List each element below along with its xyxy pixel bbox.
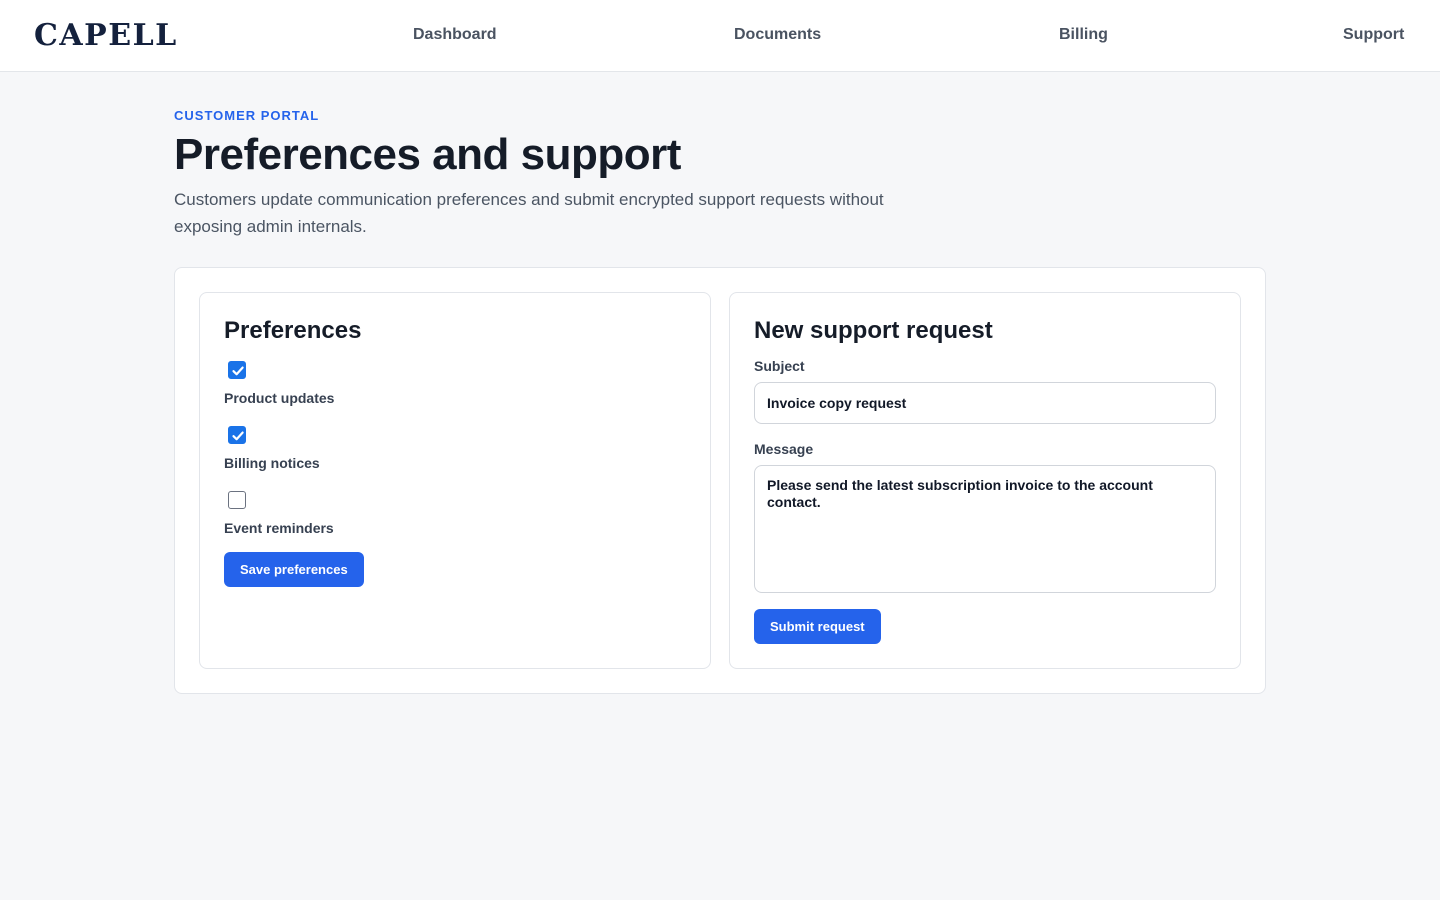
checkmark-icon [232,431,244,441]
nav-dashboard[interactable]: Dashboard [413,26,497,44]
page-description: Customers update communication preferenc… [174,190,884,236]
billing-notices-label: Billing notices [224,455,320,471]
submit-request-button[interactable]: Submit request [754,609,881,644]
nav-documents[interactable]: Documents [734,26,821,44]
preferences-panel: Preferences Product updates Billing noti… [199,292,711,669]
nav-support[interactable]: Support [1343,26,1404,44]
page-title: Preferences and support [174,130,681,179]
message-label: Message [754,441,814,457]
capell-logo[interactable]: CAPELL [34,18,178,53]
event-reminders-label: Event reminders [224,520,334,536]
support-request-title: New support request [754,317,993,344]
save-preferences-button[interactable]: Save preferences [224,552,364,587]
event-reminders-checkbox[interactable] [228,491,246,509]
page-eyebrow: CUSTOMER PORTAL [174,108,320,123]
subject-label: Subject [754,358,805,374]
content-card: Preferences Product updates Billing noti… [174,267,1266,694]
top-navigation-bar: CAPELL Dashboard Documents Billing Suppo… [0,0,1440,72]
preferences-title: Preferences [224,317,362,344]
nav-billing[interactable]: Billing [1059,26,1108,44]
subject-input[interactable] [754,382,1216,424]
message-textarea[interactable]: Please send the latest subscription invo… [754,465,1216,593]
billing-notices-checkbox[interactable] [228,426,246,444]
product-updates-checkbox[interactable] [228,361,246,379]
support-request-panel: New support request Subject Message Plea… [729,292,1241,669]
checkmark-icon [232,366,244,376]
product-updates-label: Product updates [224,390,335,406]
